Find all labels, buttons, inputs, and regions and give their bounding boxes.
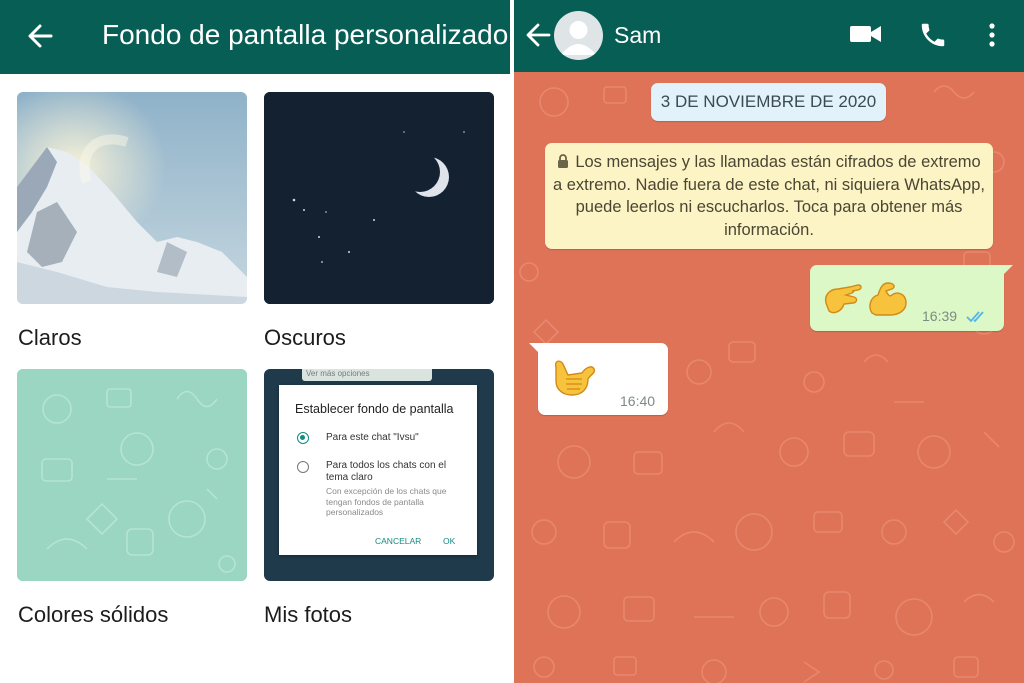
category-label-colores-solidos: Colores sólidos: [18, 602, 169, 627]
peek-text: Ver más opciones: [302, 369, 432, 381]
option-this-chat-label: Para este chat "Ivsu": [326, 432, 419, 443]
more-options-icon[interactable]: [984, 20, 1000, 55]
avatar[interactable]: [554, 11, 603, 60]
snowy-mountain-image: [17, 92, 247, 304]
call-me-hand-emoji: [554, 360, 596, 396]
crescent-moon-image: [264, 92, 494, 304]
message-time: 16:39: [922, 308, 958, 324]
dialog-ok-button: OK: [443, 536, 456, 546]
page-title: Fondo de pantalla personalizado: [102, 19, 509, 50]
category-label-oscuros: Oscuros: [264, 325, 346, 350]
category-label-mis-fotos: Mis fotos: [264, 602, 353, 627]
back-arrow-icon[interactable]: [524, 20, 552, 50]
pinching-hand-flexed-biceps-emoji: [824, 282, 907, 316]
double-check-read-icon: [966, 311, 984, 323]
date-chip: 3 DE NOVIEMBRE DE 2020: [651, 83, 886, 121]
encryption-notice-text: Los mensajes y las llamadas están cifrad…: [553, 153, 985, 239]
dialog-title: Establecer fondo de pantalla: [295, 402, 454, 416]
dialog-cancel-button: CANCELAR: [375, 536, 422, 546]
chat-screen: Sam 3 DE NOVIEMBRE DE 2020 Los mensajes …: [514, 0, 1024, 683]
phone-call-icon[interactable]: [918, 20, 948, 55]
option-all-chats-label: Para todos los chats con el tema claro: [326, 460, 447, 483]
doodle-pattern-image: [17, 369, 247, 581]
option-all-chats-subtext: Con excepción de los chats que tengan fo…: [326, 486, 447, 517]
message-time: 16:40: [620, 393, 656, 409]
encryption-notice[interactable]: Los mensajes y las llamadas están cifrad…: [545, 143, 993, 249]
back-arrow-icon[interactable]: [22, 18, 58, 54]
wallpaper-settings-screen: Fondo de pantalla personalizado Claros O…: [0, 0, 510, 683]
default-avatar-icon: [561, 21, 596, 55]
contact-name[interactable]: Sam: [614, 22, 661, 49]
category-label-claros: Claros: [18, 325, 82, 350]
set-wallpaper-dialog-preview: Establecer fondo de pantalla Para este c…: [279, 385, 477, 555]
tile-colores-solidos[interactable]: [17, 369, 247, 581]
tile-mis-fotos[interactable]: Ver más opciones Establecer fondo de pan…: [264, 369, 494, 581]
tile-oscuros[interactable]: [264, 92, 494, 304]
chat-header: Sam: [514, 0, 1024, 72]
incoming-message[interactable]: 16:40: [529, 343, 668, 415]
radio-this-chat: [297, 432, 309, 444]
lock-icon: [558, 154, 569, 168]
video-call-icon[interactable]: [850, 23, 882, 50]
app-bar: Fondo de pantalla personalizado: [0, 0, 510, 74]
radio-all-chats: [297, 461, 309, 473]
outgoing-message[interactable]: 16:39: [810, 265, 1013, 331]
tile-claros[interactable]: [17, 92, 247, 304]
